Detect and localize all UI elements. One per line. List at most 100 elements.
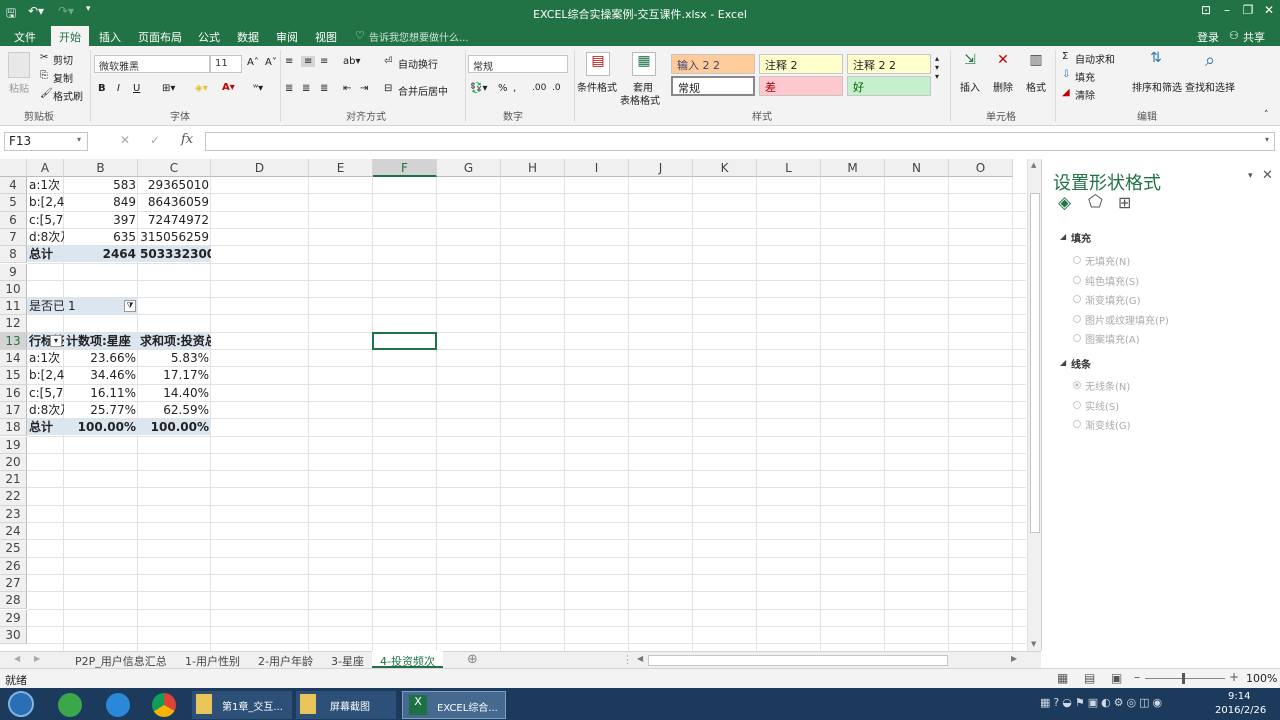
row-header[interactable]: 27 [0, 574, 27, 593]
radio-option-label[interactable]: 渐变线(G) [1085, 417, 1131, 432]
merge-icon[interactable]: ⊟ [384, 83, 392, 94]
tab-insert[interactable]: 插入 [99, 29, 121, 45]
align-middle-icon[interactable]: ≡ [301, 56, 316, 67]
font-name-combo[interactable]: 微软雅黑 [94, 55, 210, 73]
effects-icon[interactable]: ⬠ [1088, 192, 1103, 212]
merge-center-button[interactable]: 合并后居中 [398, 83, 448, 98]
row-header[interactable]: 28 [0, 592, 27, 610]
underline-button[interactable]: U [133, 83, 140, 94]
row-header[interactable]: 14 [0, 350, 27, 368]
row-header[interactable]: 22 [0, 488, 27, 506]
column-header[interactable]: C [138, 159, 211, 177]
decrease-decimal-icon[interactable]: .0 [552, 83, 561, 93]
column-header[interactable]: H [501, 159, 565, 177]
pivot-value[interactable]: 16.11% [64, 385, 138, 401]
row-header[interactable]: 19 [0, 436, 27, 454]
radio-button[interactable] [1073, 256, 1081, 264]
row-header[interactable]: 16 [0, 384, 27, 402]
cut-button[interactable]: 剪切 [53, 52, 73, 67]
pivot-value[interactable]: 100.00% [64, 419, 138, 436]
row-header[interactable]: 24 [0, 523, 27, 541]
find-select-button[interactable]: 查找和选择 [1185, 79, 1235, 94]
fill-button[interactable]: 填充 [1075, 69, 1095, 84]
pivot-value[interactable]: 2464 [64, 246, 138, 263]
line-collapse-icon[interactable]: ◢ [1060, 358, 1066, 367]
cancel-icon[interactable]: ✕ [120, 133, 130, 147]
sort-filter-button[interactable]: 排序和筛选 [1132, 79, 1182, 94]
row-header[interactable]: 8 [0, 246, 27, 264]
pivot-value[interactable]: 17.17% [138, 367, 211, 383]
page-break-view-icon[interactable]: ▣ [1111, 671, 1122, 685]
wrap-text-icon[interactable]: ⏎ [384, 56, 392, 67]
format-as-table-label[interactable]: 表格格式 [620, 92, 660, 107]
row-header[interactable]: 5 [0, 194, 27, 212]
accounting-format-icon[interactable]: 💱▾ [470, 83, 487, 94]
pivot-row-label[interactable]: a:1次 [27, 177, 64, 193]
percent-icon[interactable]: % [498, 83, 508, 94]
start-button[interactable] [8, 691, 34, 717]
hscroll-right-icon[interactable]: ▶ [1011, 654, 1017, 663]
zoom-in-icon[interactable]: + [1229, 670, 1239, 684]
radio-option-label[interactable]: 无线条(N) [1085, 378, 1130, 393]
radio-option-label[interactable]: 纯色填充(S) [1085, 273, 1139, 288]
sheet-tab[interactable]: 2-用户年龄 [258, 653, 313, 669]
login-link[interactable]: 登录 [1197, 29, 1219, 45]
column-header[interactable]: F [373, 159, 437, 177]
pivot-value[interactable]: 635 [64, 229, 138, 245]
tab-file[interactable]: 文件 [14, 29, 36, 45]
zoom-slider-thumb[interactable] [1182, 673, 1185, 684]
pivot-header[interactable]: 计数项:星座 [64, 332, 138, 349]
name-box-dropdown-icon[interactable]: ▾ [77, 135, 81, 144]
tell-me-box[interactable]: 告诉我您想要做什么... [369, 29, 469, 44]
clock-time[interactable]: 9:14 [1228, 691, 1250, 702]
insert-button[interactable]: 插入 [960, 79, 980, 94]
align-center-icon[interactable]: ≣ [302, 83, 310, 94]
tab-home[interactable]: 开始 [51, 26, 89, 46]
minimize-button[interactable]: – [1217, 3, 1237, 17]
pivot-value[interactable]: 315056259 [138, 229, 211, 245]
radio-option-label[interactable]: 图案填充(A) [1085, 331, 1140, 346]
style-normal[interactable]: 常规 [671, 76, 755, 96]
name-box[interactable]: F13 [4, 132, 88, 151]
zoom-slider[interactable] [1145, 678, 1225, 679]
pivot-value[interactable]: 86436059 [138, 194, 211, 210]
radio-button[interactable] [1073, 275, 1081, 284]
radio-button[interactable] [1073, 400, 1081, 409]
row-header[interactable]: 26 [0, 557, 27, 575]
tab-review[interactable]: 审阅 [276, 29, 298, 45]
tab-formulas[interactable]: 公式 [198, 29, 220, 45]
chrome-icon[interactable] [152, 693, 176, 717]
tab-view[interactable]: 视图 [315, 29, 337, 45]
wrap-text-button[interactable]: 自动换行 [398, 56, 438, 71]
column-header[interactable]: I [565, 159, 629, 177]
fill-down-icon[interactable]: ⇩ [1062, 69, 1070, 80]
row-header[interactable]: 17 [0, 401, 27, 420]
delete-button[interactable]: 删除 [993, 79, 1013, 94]
column-header[interactable]: D [211, 159, 309, 177]
styles-scroll-icon[interactable]: ▴ ▾ ▾ [935, 54, 939, 81]
font-color-icon[interactable]: A▾ [222, 82, 235, 93]
border-icon[interactable]: ⊞▾ [162, 83, 175, 94]
vertical-scrollbar[interactable]: ▲ ▼ [1027, 159, 1041, 651]
shrink-font-icon[interactable]: A˅ [265, 57, 277, 68]
increase-decimal-icon[interactable]: .00 [532, 83, 546, 93]
radio-button[interactable] [1073, 295, 1081, 303]
column-header[interactable]: J [629, 159, 693, 177]
app-icon-blue[interactable] [106, 693, 130, 717]
orientation-icon[interactable]: ab▾ [343, 56, 361, 67]
format-painter-button[interactable]: 格式刷 [53, 88, 83, 103]
autosum-icon[interactable]: Σ [1062, 51, 1068, 62]
pivot-row-label[interactable]: 总计 [27, 419, 64, 436]
grow-font-icon[interactable]: A˄ [247, 57, 259, 68]
pivot-value[interactable]: 14.40% [138, 385, 211, 401]
line-section-header[interactable]: 线条 [1071, 356, 1091, 371]
row-header[interactable]: 11 [0, 298, 27, 316]
scroll-thumb[interactable] [1030, 193, 1040, 533]
horizontal-scroll-thumb[interactable] [648, 655, 948, 666]
scroll-up-icon[interactable]: ▲ [1031, 161, 1036, 169]
worksheet-grid[interactable]: A B C D E F G H I J K L M N O 4 5 6 7 8 9 10 11 12 13 14 15 16 17 18 1… [0, 159, 1026, 651]
pivot-row-label[interactable]: c:[5,7]次 [27, 385, 64, 401]
sheet-tab-active[interactable]: 4-投资频次 [372, 651, 443, 668]
pivot-row-label[interactable]: b:[2,4]次 [27, 367, 64, 383]
pivot-row-label[interactable]: 总计 [27, 246, 64, 263]
